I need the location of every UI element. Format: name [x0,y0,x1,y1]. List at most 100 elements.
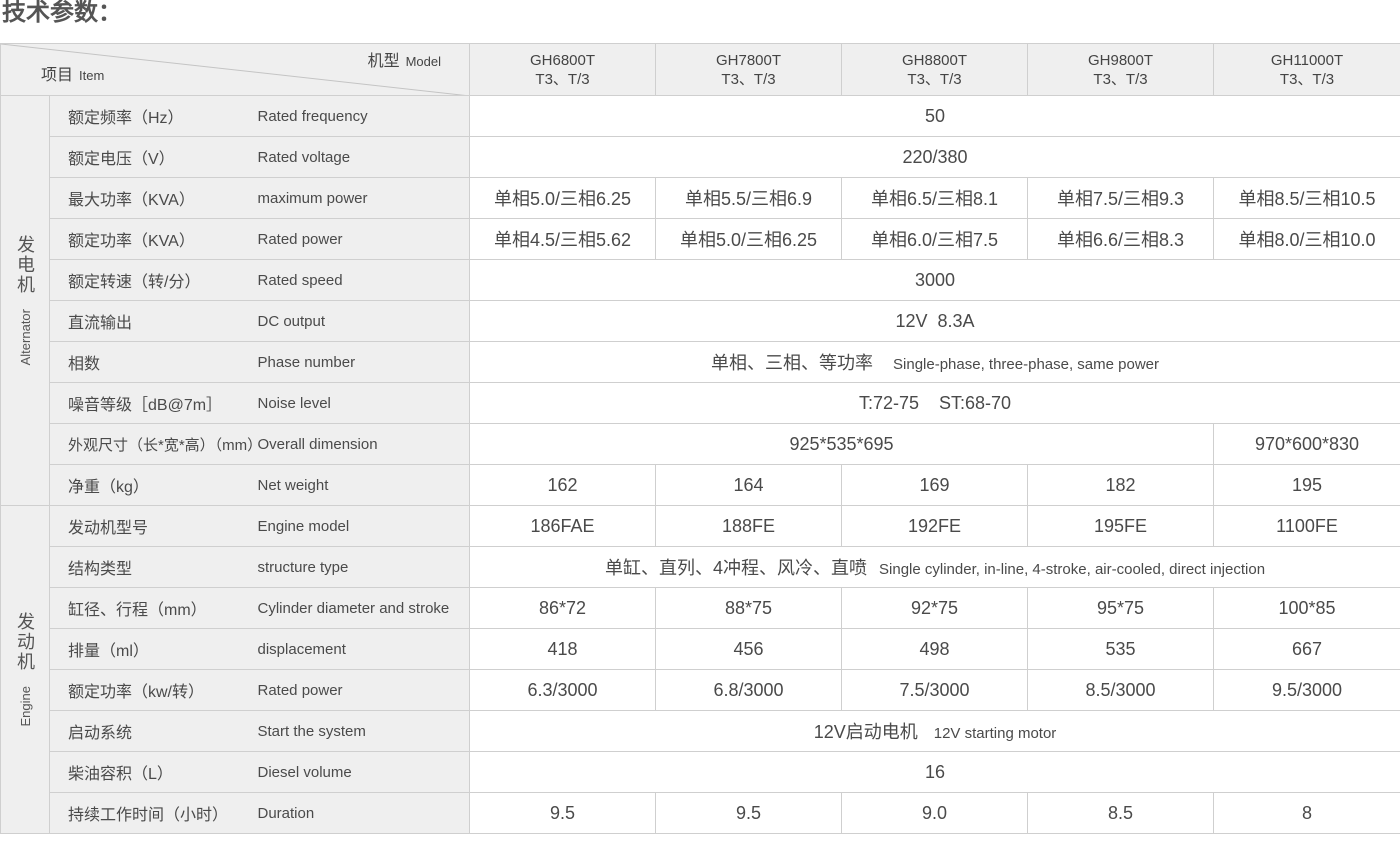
cell-value: 12V启动电机 12V starting motor [469,710,1400,752]
table-row: 额定功率（kw/转） Rated power 6.3/3000 6.8/3000… [1,669,1400,711]
cell-value: 9.5 [469,792,657,834]
cell-value: 220/380 [469,136,1400,178]
cell-value: 单相8.5/三相10.5 [1213,177,1400,219]
row-label-cn: 外观尺寸（长*宽*高）（mm） [49,423,256,465]
row-label-en: displacement [255,628,471,670]
table-row: 额定功率（KVA） Rated power 单相4.5/三相5.62 单相5.0… [1,218,1400,260]
row-label-cn: 额定功率（kw/转） [49,669,256,711]
table-row: 启动系统 Start the system 12V启动电机 12V startin… [1,710,1400,752]
cell-value: 9.0 [841,792,1029,834]
group-alternator: 发电机 Alternator [0,95,50,506]
table-row: 排量（ml） displacement 418 456 498 535 667 [1,628,1400,670]
row-label-cn: 发动机型号 [49,505,256,547]
value-cn: 单相、三相、等功率 [711,353,874,373]
cell-value: 单缸、直列、4冲程、风冷、直喷 Single cylinder, in-line,… [469,546,1400,588]
table-row: 发电机 Alternator 额定频率（Hz） Rated frequency … [0,95,1400,506]
item-label: 项目 Item [41,67,105,84]
cell-value: 162 [469,464,657,506]
model-label: 机型 Model [367,53,442,70]
table-row: 相数 Phase number 单相、三相、等功率 Single-phase, t… [1,341,1400,383]
cell-value: 单相6.6/三相8.3 [1027,218,1215,260]
cell-value: 单相6.5/三相8.1 [841,177,1029,219]
table-row: 发动机 Engine 发动机型号 Engine model 186FAE 188… [0,505,1400,834]
header-row: 项目 Item 机型 Model GH6800T T3、T/3 GH7800T T3、T… [0,43,1400,96]
model-header: GH7800T T3、T/3 [655,43,843,96]
cell-value: 418 [469,628,657,670]
cell-value: 单相7.5/三相9.3 [1027,177,1215,219]
cell-value: 8.5 [1027,792,1215,834]
row-label-cn: 直流输出 [49,300,256,342]
cell-value: 86*72 [469,587,657,629]
table-row: 缸径、行程（mm） Cylinder diameter and stroke 8… [1,587,1400,629]
model-header: GH6800T T3、T/3 [469,43,657,96]
cell-value: 100*85 [1213,587,1400,629]
cell-value: 182 [1027,464,1215,506]
cell-value: 188FE [655,505,843,547]
cell-value: 970*600*830 [1213,423,1400,465]
cell-value: 8 [1213,792,1400,834]
row-label-en: Engine model [255,505,471,547]
table-row: 噪音等级［dB@7m］ Noise level T:72-75 ST:68-70 [1,382,1400,424]
row-label-cn: 额定频率（Hz） [49,95,256,137]
cell-value: 456 [655,628,843,670]
group-cn-label: 发电机 [15,235,35,296]
model-header: GH9800T T3、T/3 [1027,43,1215,96]
table-row: 额定电压（V） Rated voltage 220/380 [1,136,1400,178]
row-label-cn: 持续工作时间（小时） [49,792,256,834]
row-label-cn: 最大功率（KVA） [49,177,256,219]
cell-value: 667 [1213,628,1400,670]
cell-value: 单相5.0/三相6.25 [655,218,843,260]
cell-value: 195 [1213,464,1400,506]
row-label-en: Cylinder diameter and stroke [255,587,471,629]
cell-value: 164 [655,464,843,506]
table-row: 净重（kg） Net weight 162 164 169 182 195 [1,464,1400,506]
row-label-en: Noise level [255,382,471,424]
table-row: 直流输出 DC output 12V 8.3A [1,300,1400,342]
value-en: Single-phase, three-phase, same power [893,356,1160,373]
model-header: GH8800T T3、T/3 [841,43,1029,96]
row-label-en: Phase number [255,341,471,383]
cell-value: 7.5/3000 [841,669,1029,711]
row-label-en: structure type [255,546,471,588]
row-label-cn: 额定转速（转/分） [49,259,256,301]
value-en: Single cylinder, in-line, 4-stroke, air-… [879,561,1266,578]
value-cn: 单缸、直列、4冲程、风冷、直喷 [605,558,868,578]
cell-value: 12V 8.3A [469,300,1400,342]
corner-cell: 项目 Item 机型 Model [0,43,471,96]
row-label-cn: 排量（ml） [49,628,256,670]
row-label-cn: 启动系统 [49,710,256,752]
row-label-en: maximum power [255,177,471,219]
page-title: 技术参数： [2,0,122,26]
cell-value: 单相5.5/三相6.9 [655,177,843,219]
cell-value: 50 [469,95,1400,137]
cell-value: 单相5.0/三相6.25 [469,177,657,219]
row-label-cn: 缸径、行程（mm） [49,587,256,629]
cell-value: 单相6.0/三相7.5 [841,218,1029,260]
row-label-en: Rated speed [255,259,471,301]
row-label-en: DC output [255,300,471,342]
table-row: 持续工作时间（小时） Duration 9.5 9.5 9.0 8.5 8 [1,792,1400,834]
row-label-cn: 结构类型 [49,546,256,588]
row-label-cn: 噪音等级［dB@7m］ [49,382,256,424]
row-label-cn: 额定电压（V） [49,136,256,178]
row-label-cn: 相数 [49,341,256,383]
cell-value: 1100FE [1213,505,1400,547]
cell-value: 6.3/3000 [469,669,657,711]
cell-value: 单相4.5/三相5.62 [469,218,657,260]
table-row: 结构类型 structure type 单缸、直列、4冲程、风冷、直喷 Singl… [1,546,1400,588]
table-row: 柴油容积（L） Diesel volume 16 [1,751,1400,793]
row-label-en: Rated frequency [255,95,471,137]
row-label-en: Start the system [255,710,471,752]
cell-value: 88*75 [655,587,843,629]
cell-value: 8.5/3000 [1027,669,1215,711]
cell-value: 单相8.0/三相10.0 [1213,218,1400,260]
table-row: 最大功率（KVA） maximum power 单相5.0/三相6.25 单相5… [1,177,1400,219]
model-header: GH11000T T3、T/3 [1213,43,1400,96]
group-en-label: Engine [17,686,33,727]
cell-value: 9.5/3000 [1213,669,1400,711]
cell-value: 535 [1027,628,1215,670]
row-label-cn: 柴油容积（L） [49,751,256,793]
cell-value: 单相、三相、等功率 Single-phase, three-phase, same… [469,341,1400,383]
group-cn-label: 发动机 [15,612,35,673]
cell-value: 186FAE [469,505,657,547]
